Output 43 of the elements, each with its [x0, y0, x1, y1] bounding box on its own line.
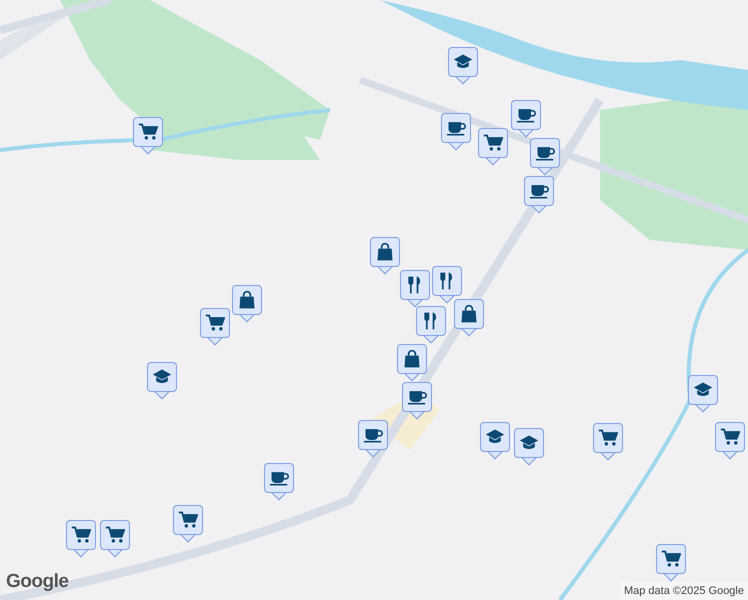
map-pin[interactable] — [432, 266, 462, 302]
map-pin[interactable] — [133, 117, 163, 153]
map-pin[interactable] — [511, 100, 541, 136]
cart-icon — [661, 549, 681, 569]
shopping-bag-icon — [375, 242, 395, 262]
cart-icon — [720, 427, 740, 447]
shopping-bag-icon — [402, 349, 422, 369]
map-pin[interactable] — [264, 463, 294, 499]
map-pin[interactable] — [232, 285, 262, 321]
map-pin[interactable] — [147, 362, 177, 398]
map-pin[interactable] — [200, 308, 230, 344]
cart-icon — [598, 428, 618, 448]
map-pin[interactable] — [173, 505, 203, 541]
map-pin[interactable] — [402, 382, 432, 418]
map-pin[interactable] — [448, 47, 478, 83]
map-pin[interactable] — [358, 420, 388, 456]
map-pin[interactable] — [688, 375, 718, 411]
map-pin[interactable] — [514, 428, 544, 464]
cart-icon — [138, 122, 158, 142]
map-pin[interactable] — [593, 423, 623, 459]
map-pin[interactable] — [656, 544, 686, 580]
map-pin[interactable] — [66, 520, 96, 556]
shopping-bag-icon — [459, 304, 479, 324]
map-pin[interactable] — [400, 270, 430, 306]
cart-icon — [178, 510, 198, 530]
map-pin[interactable] — [100, 520, 130, 556]
map-pin[interactable] — [416, 306, 446, 342]
map-pin[interactable] — [524, 176, 554, 212]
map-pin[interactable] — [397, 344, 427, 380]
map-pin[interactable] — [478, 128, 508, 164]
google-logo: Google — [6, 570, 68, 594]
map-pin[interactable] — [454, 299, 484, 335]
shopping-bag-icon — [237, 290, 257, 310]
map-pin[interactable] — [370, 237, 400, 273]
map-pin[interactable] — [441, 113, 471, 149]
map-pin[interactable] — [530, 138, 560, 174]
map-attribution: Map data ©2025 Google — [620, 582, 748, 600]
cart-icon — [105, 525, 125, 545]
cart-icon — [483, 133, 503, 153]
cart-icon — [205, 313, 225, 333]
map-pin[interactable] — [480, 422, 510, 458]
cart-icon — [71, 525, 91, 545]
map-pin[interactable] — [715, 422, 745, 458]
